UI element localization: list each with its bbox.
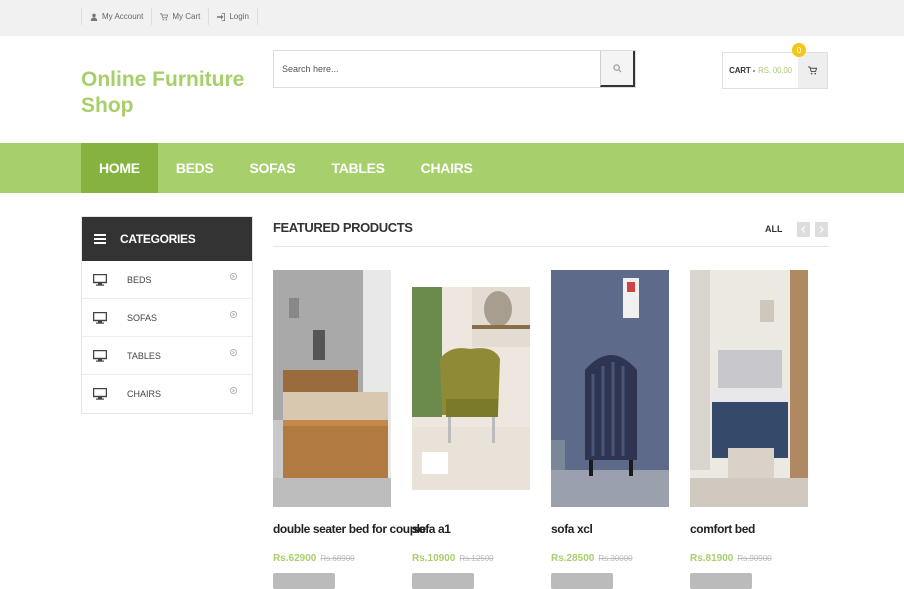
add-to-cart-button[interactable] — [273, 573, 335, 589]
chevron-right-icon — [230, 387, 237, 394]
monitor-icon — [93, 349, 107, 362]
category-item-tables[interactable]: TABLES — [82, 337, 252, 375]
chevron-right-icon — [230, 273, 237, 280]
current-price: Rs.81900 — [690, 553, 734, 564]
add-to-cart-button[interactable] — [551, 573, 613, 589]
nav-tables[interactable]: TABLES — [313, 143, 402, 193]
old-price: Rs.12500 — [459, 554, 494, 563]
carousel-next-button[interactable] — [815, 222, 828, 237]
product-image[interactable] — [412, 287, 530, 490]
search-button[interactable] — [600, 51, 635, 87]
category-label: CHAIRS — [127, 389, 162, 399]
nav-beds[interactable]: BEDS — [158, 143, 232, 193]
monitor-icon — [93, 388, 107, 400]
product-name[interactable]: sofa a1 — [412, 522, 552, 536]
product-price: Rs.62900 Rs.68900 — [273, 553, 355, 564]
categories-title: CATEGORIES — [120, 232, 196, 246]
menu-icon — [94, 234, 106, 244]
cart-label: CART - — [729, 66, 756, 75]
category-item-chairs[interactable]: CHAIRS — [82, 375, 252, 413]
current-price: Rs.10900 — [412, 553, 456, 564]
login-link[interactable]: Login — [208, 8, 258, 25]
monitor-icon — [93, 311, 107, 324]
cart-summary: CART - RS. 00.00 — [723, 53, 798, 88]
cart-count-badge: 0 — [792, 43, 806, 57]
category-item-beds[interactable]: BEDS — [82, 261, 252, 299]
category-label: SOFAS — [127, 312, 158, 323]
search-bar — [273, 50, 636, 88]
cart-amount: RS. 00.00 — [758, 66, 792, 75]
product-image[interactable] — [690, 270, 808, 507]
login-label: Login — [229, 12, 249, 21]
my-cart-link[interactable]: My Cart — [151, 8, 208, 25]
product-price: Rs.81900 Rs.90900 — [690, 553, 772, 564]
top-bar: My Account My Cart Login — [0, 0, 904, 36]
my-cart-label: My Cart — [172, 12, 201, 21]
cart-icon-button[interactable] — [798, 53, 827, 88]
header-cart[interactable]: CART - RS. 00.00 — [722, 52, 828, 89]
main-nav: HOME BEDS SOFAS TABLES CHAIRS — [81, 143, 491, 193]
product-name[interactable]: sofa xcl — [551, 522, 691, 536]
product-name[interactable]: comfort bed — [690, 522, 830, 536]
chevron-left-icon — [801, 226, 806, 233]
old-price: Rs.90900 — [737, 554, 772, 563]
main-navbar: HOME BEDS SOFAS TABLES CHAIRS — [0, 143, 904, 193]
nav-chairs[interactable]: CHAIRS — [403, 143, 491, 193]
search-input[interactable] — [274, 51, 600, 87]
my-account-link[interactable]: My Account — [81, 8, 151, 25]
categories-header: CATEGORIES — [82, 217, 252, 261]
product-price: Rs.10900 Rs.12500 — [412, 553, 494, 564]
product-name[interactable]: double seater bed for couple — [273, 522, 426, 536]
current-price: Rs.62900 — [273, 553, 317, 564]
old-price: Rs.30000 — [598, 554, 633, 563]
product-price: Rs.28500 Rs.30000 — [551, 553, 633, 564]
category-label: BEDS — [127, 274, 152, 285]
user-icon — [90, 13, 98, 21]
shopping-cart-icon — [808, 66, 817, 75]
top-links: My Account My Cart Login — [81, 8, 258, 25]
nav-sofas[interactable]: SOFAS — [232, 143, 314, 193]
add-to-cart-button[interactable] — [690, 573, 752, 589]
all-filter-link[interactable]: ALL — [765, 224, 783, 234]
my-account-label: My Account — [102, 12, 144, 21]
site-logo-title[interactable]: Online Furniture Shop — [81, 67, 251, 119]
add-to-cart-button[interactable] — [412, 573, 474, 589]
chevron-right-icon — [230, 349, 237, 356]
featured-products-title: FEATURED PRODUCTS — [273, 220, 413, 235]
old-price: Rs.68900 — [320, 554, 355, 563]
product-image[interactable] — [273, 270, 391, 507]
categories-sidebar: CATEGORIES BEDS SOFAS TABLES CHAIRS — [81, 216, 253, 414]
chevron-right-icon — [230, 311, 237, 318]
monitor-icon — [93, 273, 107, 286]
divider — [273, 246, 829, 247]
cart-icon — [160, 12, 169, 21]
category-label: TABLES — [127, 350, 161, 361]
search-icon — [612, 63, 621, 72]
login-icon — [217, 12, 226, 21]
current-price: Rs.28500 — [551, 553, 595, 564]
nav-home[interactable]: HOME — [81, 143, 158, 193]
chevron-right-icon — [819, 226, 824, 233]
carousel-prev-button[interactable] — [797, 222, 810, 237]
product-image[interactable] — [551, 270, 669, 507]
category-item-sofas[interactable]: SOFAS — [82, 299, 252, 337]
